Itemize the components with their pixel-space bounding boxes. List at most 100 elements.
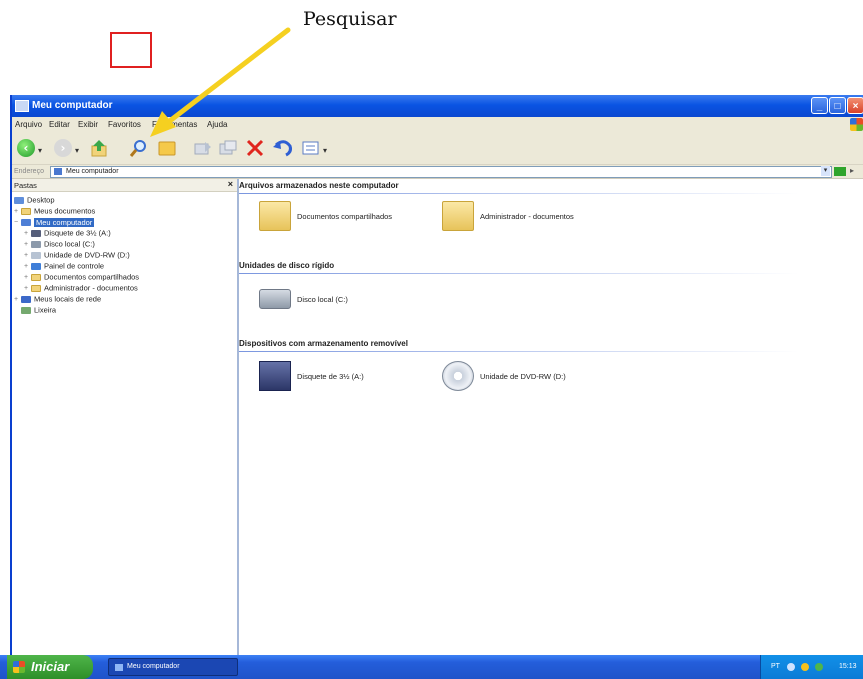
copy-to-button[interactable] bbox=[217, 137, 239, 159]
tree-item-documentos-compartilhados[interactable]: + Documentos compartilhados bbox=[24, 272, 139, 282]
collapse-icon[interactable]: − bbox=[14, 219, 21, 226]
item-dvd[interactable]: Unidade de DVD-RW (D:) bbox=[442, 361, 566, 391]
control-panel-icon bbox=[31, 262, 41, 270]
back-button[interactable]: ‹ bbox=[15, 137, 37, 159]
tree-item-meus-documentos[interactable]: + Meus documentos bbox=[14, 206, 95, 216]
expand-icon[interactable]: + bbox=[24, 263, 31, 270]
search-highlight-box bbox=[110, 32, 152, 68]
tree-item-label: Meu computador bbox=[34, 217, 95, 227]
move-to-button[interactable] bbox=[192, 137, 214, 159]
start-button[interactable]: Iniciar bbox=[7, 655, 93, 679]
menu-ajuda[interactable]: Ajuda bbox=[207, 120, 227, 129]
address-dropdown-icon[interactable]: ▾ bbox=[821, 166, 830, 176]
taskbar-item-meu-computador[interactable]: Meu computador bbox=[108, 658, 238, 676]
forward-button[interactable]: › bbox=[52, 137, 74, 159]
menu-exibir[interactable]: Exibir bbox=[78, 120, 98, 129]
delete-x-icon bbox=[246, 139, 264, 157]
views-icon bbox=[302, 141, 319, 155]
close-pane-icon[interactable]: × bbox=[228, 179, 233, 189]
standard-toolbar: ‹ ▾ › ▾ ▾ bbox=[12, 132, 863, 165]
item-disquete[interactable]: Disquete de 3½ (A:) bbox=[259, 361, 364, 391]
menu-arquivo[interactable]: Arquivo bbox=[15, 120, 42, 129]
expand-icon[interactable]: + bbox=[24, 230, 31, 237]
language-indicator[interactable]: PT bbox=[771, 663, 780, 670]
tree-item-meu-computador[interactable]: − Meu computador bbox=[14, 217, 95, 227]
folder-icon bbox=[115, 664, 123, 671]
back-arrow-icon: ‹ bbox=[17, 139, 35, 157]
maximize-button[interactable]: □ bbox=[829, 97, 846, 114]
tree-item-label: Unidade de DVD-RW (D:) bbox=[44, 250, 130, 260]
tree-item-lixeira[interactable]: Lixeira bbox=[21, 305, 56, 315]
expand-icon[interactable]: + bbox=[24, 241, 31, 248]
menu-bar: Arquivo Editar Exibir Favoritos Ferramen… bbox=[12, 117, 863, 133]
section-title-arquivos: Arquivos armazenados neste computador bbox=[239, 181, 399, 190]
move-to-icon bbox=[194, 142, 211, 155]
tree-item-disco-local[interactable]: + Disco local (C:) bbox=[24, 239, 95, 249]
dvd-drive-icon bbox=[31, 251, 41, 259]
security-tray-icon[interactable] bbox=[801, 663, 809, 671]
tree-item-label: Documentos compartilhados bbox=[44, 272, 140, 282]
tree-item-administrador-documentos[interactable]: + Administrador - documentos bbox=[24, 283, 138, 293]
up-folder-button[interactable] bbox=[89, 137, 111, 159]
item-label: Disco local (C:) bbox=[297, 294, 348, 304]
floppy-icon bbox=[31, 229, 41, 237]
expand-icon[interactable]: + bbox=[24, 252, 31, 259]
dvd-drive-icon bbox=[442, 361, 474, 391]
expand-icon[interactable]: + bbox=[24, 285, 31, 292]
copy-to-icon bbox=[219, 140, 237, 155]
item-disco-local[interactable]: Disco local (C:) bbox=[259, 289, 348, 309]
views-dropdown-icon[interactable]: ▾ bbox=[323, 146, 327, 155]
item-label: Documentos compartilhados bbox=[297, 211, 393, 221]
menu-ferramentas[interactable]: Ferramentas bbox=[152, 120, 197, 129]
folder-icon bbox=[31, 273, 41, 281]
expand-icon[interactable]: + bbox=[14, 208, 21, 215]
volume-tray-icon[interactable] bbox=[815, 663, 823, 671]
windows-logo-icon bbox=[850, 118, 863, 131]
minimize-button[interactable]: _ bbox=[811, 97, 828, 114]
folder-icon bbox=[21, 207, 31, 215]
clock: 15:13 bbox=[839, 663, 857, 670]
computer-icon bbox=[21, 218, 31, 226]
tree-item-disquete[interactable]: + Disquete de 3½ (A:) bbox=[24, 228, 111, 238]
search-callout-label: Pesquisar bbox=[303, 8, 397, 30]
forward-dropdown-icon[interactable]: ▾ bbox=[75, 146, 79, 155]
tree-item-painel-de-controle[interactable]: + Painel de controle bbox=[24, 261, 104, 271]
expand-icon[interactable]: + bbox=[14, 296, 21, 303]
delete-button[interactable] bbox=[244, 137, 266, 159]
system-tray: PT 15:13 bbox=[760, 655, 863, 679]
title-bar[interactable]: Meu computador _ □ × bbox=[12, 95, 863, 117]
section-divider bbox=[239, 273, 799, 274]
tree-item-label: Meus locais de rede bbox=[34, 294, 102, 304]
tree-item-desktop[interactable]: Desktop bbox=[14, 195, 55, 205]
taskbar: Iniciar Meu computador PT 15:13 bbox=[0, 655, 863, 679]
address-value: Meu computador bbox=[66, 168, 119, 175]
item-administrador-documentos[interactable]: Administrador - documentos bbox=[442, 201, 574, 231]
undo-button[interactable] bbox=[272, 137, 294, 159]
menu-favoritos[interactable]: Favoritos bbox=[108, 120, 141, 129]
section-divider bbox=[239, 193, 799, 194]
forward-arrow-icon: › bbox=[54, 139, 72, 157]
explorer-window: Meu computador _ □ × Arquivo Editar Exib… bbox=[10, 95, 863, 655]
recycle-bin-icon bbox=[21, 306, 31, 314]
close-button[interactable]: × bbox=[847, 97, 863, 114]
item-documentos-compartilhados[interactable]: Documentos compartilhados bbox=[259, 201, 392, 231]
network-tray-icon[interactable] bbox=[787, 663, 795, 671]
search-button[interactable] bbox=[128, 137, 150, 159]
folder-icon bbox=[31, 284, 41, 292]
back-dropdown-icon[interactable]: ▾ bbox=[38, 146, 42, 155]
item-label: Disquete de 3½ (A:) bbox=[297, 371, 364, 381]
item-label: Administrador - documentos bbox=[480, 211, 574, 221]
desktop-icon bbox=[14, 196, 24, 204]
go-button[interactable] bbox=[834, 167, 846, 176]
views-button[interactable] bbox=[300, 137, 322, 159]
tree-item-dvd[interactable]: + Unidade de DVD-RW (D:) bbox=[24, 250, 130, 260]
folders-button[interactable] bbox=[156, 137, 178, 159]
window-title: Meu computador bbox=[32, 100, 113, 111]
folder-icon bbox=[259, 201, 291, 231]
address-field[interactable]: Meu computador bbox=[50, 166, 832, 178]
menu-editar[interactable]: Editar bbox=[49, 120, 70, 129]
folders-icon bbox=[158, 141, 176, 156]
folders-pane-header: Pastas × bbox=[12, 179, 237, 192]
tree-item-meus-locais-de-rede[interactable]: + Meus locais de rede bbox=[14, 294, 101, 304]
expand-icon[interactable]: + bbox=[24, 274, 31, 281]
